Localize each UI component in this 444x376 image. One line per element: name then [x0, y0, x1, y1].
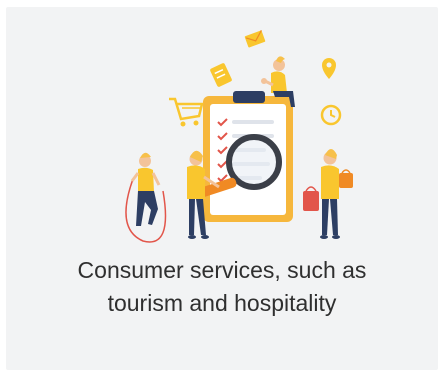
clock-icon: [320, 104, 342, 126]
location-pin-icon: [322, 58, 336, 79]
service-card[interactable]: Consumer services, such as tourism and h…: [6, 7, 438, 370]
shopping-bag-icon: [339, 173, 353, 188]
document-icon: [210, 63, 232, 87]
card-caption: Consumer services, such as tourism and h…: [6, 254, 438, 320]
shopping-cart-icon: [169, 97, 204, 127]
person-with-bags-icon: [303, 149, 353, 239]
shopping-bag-icon: [303, 191, 319, 211]
caption-line-2: tourism and hospitality: [107, 290, 337, 316]
envelope-icon: [244, 29, 266, 48]
person-jump-rope-icon: [125, 152, 167, 243]
consumer-services-illustration-icon: [125, 29, 353, 243]
caption-line-1: Consumer services, such as: [77, 257, 367, 283]
